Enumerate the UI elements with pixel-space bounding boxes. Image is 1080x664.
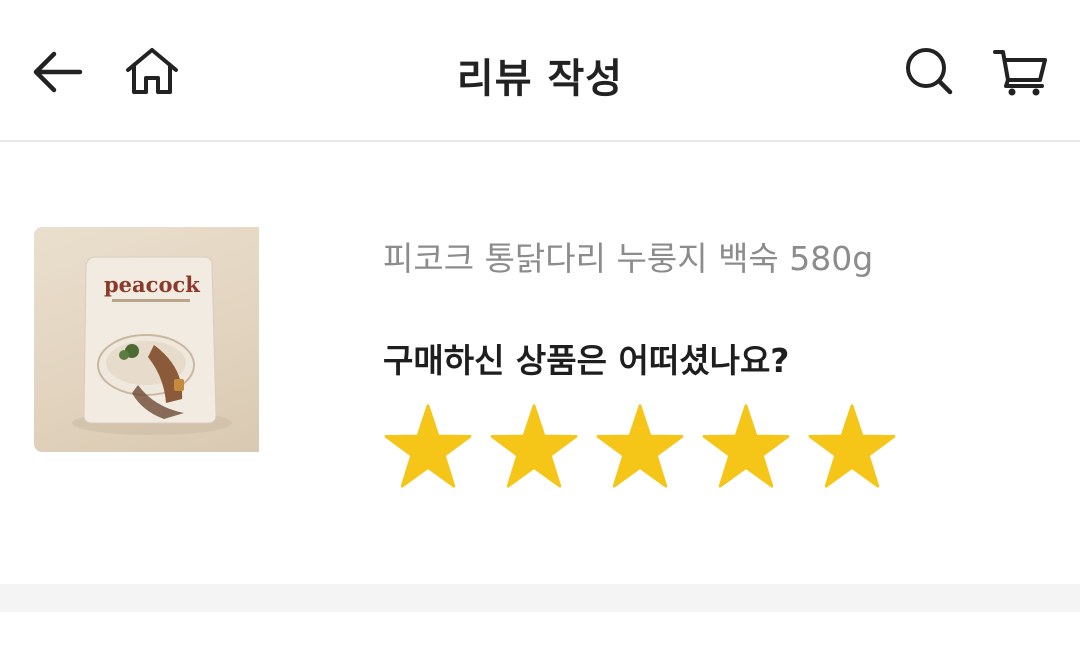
section-divider <box>0 584 1080 612</box>
top-app-bar: 리뷰 작성 <box>0 0 1080 142</box>
star-5-icon[interactable] <box>807 402 897 492</box>
star-4-icon[interactable] <box>701 402 791 492</box>
rating-question: 구매하신 상품은 어떠셨나요? <box>383 341 790 380</box>
star-1-icon[interactable] <box>383 402 473 492</box>
product-thumbnail: peacock <box>34 227 259 452</box>
svg-text:peacock: peacock <box>104 272 200 297</box>
star-3-icon[interactable] <box>595 402 685 492</box>
product-name: 피코크 통닭다리 누룽지 백숙 580g <box>383 239 874 278</box>
search-icon[interactable] <box>904 46 954 96</box>
star-rating[interactable] <box>383 402 913 492</box>
cart-icon[interactable] <box>992 46 1050 98</box>
star-2-icon[interactable] <box>489 402 579 492</box>
